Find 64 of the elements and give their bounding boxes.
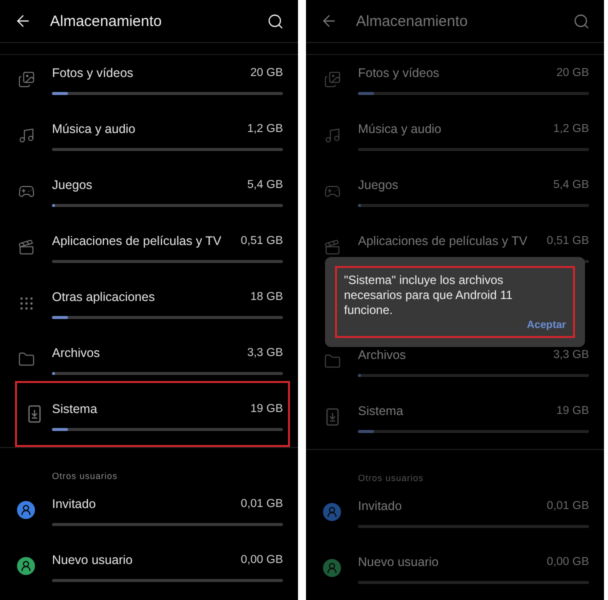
user-size: 0,00 GB [546, 556, 589, 568]
phone-download-icon [326, 408, 338, 426]
category-size: 1,2 GB [247, 123, 283, 135]
category-name: Archivos [358, 348, 406, 362]
back-icon[interactable] [14, 12, 32, 30]
user-size: 0,01 GB [240, 498, 283, 510]
category-name: Juegos [52, 178, 92, 192]
photos-icon [324, 70, 340, 88]
clapperboard-icon [18, 238, 34, 256]
accept-button[interactable]: Aceptar [526, 319, 566, 331]
category-size: 18 GB [250, 291, 283, 303]
storage-row[interactable]: Fotos y vídeos 20 GB [0, 55, 298, 111]
dot-grid-icon [18, 294, 34, 312]
category-name: Aplicaciones de películas y TV [52, 234, 222, 248]
user-name: Nuevo usuario [52, 553, 133, 567]
search-icon[interactable] [267, 12, 284, 30]
user-name: Invitado [52, 497, 96, 511]
category-name: Otras aplicaciones [52, 290, 155, 304]
category-name: Fotos y vídeos [52, 66, 134, 80]
storage-row[interactable]: Sistema 19 GB [306, 393, 604, 449]
clapperboard-icon [324, 238, 340, 256]
category-name: Sistema [52, 402, 98, 416]
storage-row[interactable]: Música y audio 1,2 GB [0, 111, 298, 167]
category-size: 19 GB [250, 403, 283, 415]
photos-icon [18, 70, 34, 88]
category-size: 0,51 GB [240, 235, 283, 247]
phone-download-icon [28, 405, 41, 423]
screen-title: Almacenamiento [50, 12, 163, 30]
category-size: 19 GB [556, 405, 589, 417]
category-name: Aplicaciones de películas y TV [358, 234, 528, 248]
dialog-message: "Sistema" incluye los archivos necesarios para que Android 11 funcione. [344, 273, 514, 318]
category-name: Fotos y vídeos [358, 66, 440, 80]
category-size: 0,51 GB [546, 235, 589, 247]
category-size: 20 GB [556, 67, 589, 79]
user-name: Invitado [358, 499, 402, 513]
music-note-icon [324, 126, 340, 144]
category-name: Archivos [52, 346, 100, 360]
music-note-icon [18, 126, 34, 144]
category-size: 3,3 GB [553, 349, 589, 361]
storage-row[interactable]: Aplicaciones de películas y TV 0,51 GB [0, 223, 298, 279]
storage-row[interactable]: Fotos y vídeos 20 GB [306, 55, 604, 111]
storage-row[interactable]: Juegos 5,4 GB [306, 167, 604, 223]
storage-row[interactable]: Juegos 5,4 GB [0, 167, 298, 223]
category-size: 3,3 GB [247, 347, 283, 359]
category-size: 20 GB [250, 67, 283, 79]
category-name: Sistema [358, 404, 404, 418]
screen-title: Almacenamiento [356, 12, 469, 30]
storage-row[interactable]: Otras aplicaciones 18 GB [0, 279, 298, 335]
category-size: 5,4 GB [247, 179, 283, 191]
storage-row[interactable]: Sistema 19 GB [15, 381, 290, 447]
category-name: Juegos [358, 178, 398, 192]
user-name: Nuevo usuario [358, 555, 439, 569]
category-size: 5,4 GB [553, 179, 589, 191]
category-name: Música y audio [358, 122, 442, 136]
section-label: Otros usuarios [52, 471, 118, 481]
storage-row[interactable]: Música y audio 1,2 GB [306, 111, 604, 167]
folder-icon [324, 352, 340, 370]
category-name: Música y audio [52, 122, 136, 136]
user-size: 0,01 GB [546, 500, 589, 512]
storage-row[interactable]: Archivos 3,3 GB [306, 337, 604, 393]
user-size: 0,00 GB [240, 554, 283, 566]
folder-icon [18, 350, 34, 368]
section-label: Otros usuarios [358, 473, 424, 483]
category-size: 1,2 GB [553, 123, 589, 135]
